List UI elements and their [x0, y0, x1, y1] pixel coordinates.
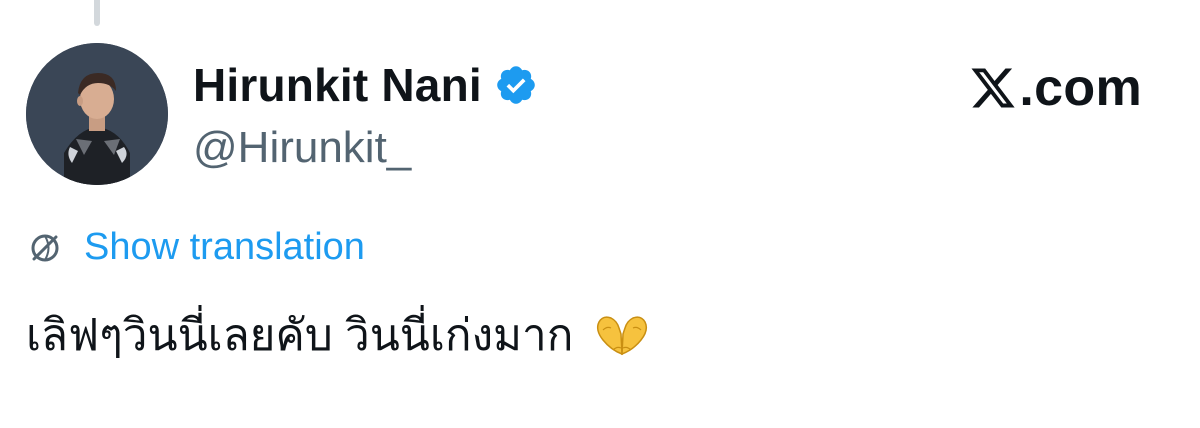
brand-watermark: .com	[969, 58, 1142, 118]
author-handle[interactable]: @Hirunkit_	[193, 123, 411, 173]
avatar[interactable]	[26, 43, 168, 185]
heart-hands-emoji-icon	[591, 310, 653, 360]
brand-domain-suffix: .com	[1019, 59, 1142, 117]
tweet-text: เลิฟๆวินนี่เลยคับ วินนี่เก่งมาก	[26, 311, 574, 360]
x-logo-icon	[969, 64, 1017, 112]
author-display-name[interactable]: Hirunkit Nani	[193, 58, 482, 112]
show-translation-button[interactable]: Show translation	[26, 226, 365, 269]
author-name-row[interactable]: Hirunkit Nani	[193, 58, 538, 112]
verified-badge-icon	[494, 63, 538, 107]
thread-connector-line	[94, 0, 100, 26]
translate-globe-icon	[26, 229, 64, 267]
show-translation-link[interactable]: Show translation	[84, 226, 365, 269]
profile-photo-icon	[26, 43, 168, 185]
tweet-body: เลิฟๆวินนี่เลยคับ วินนี่เก่งมาก	[26, 300, 653, 370]
